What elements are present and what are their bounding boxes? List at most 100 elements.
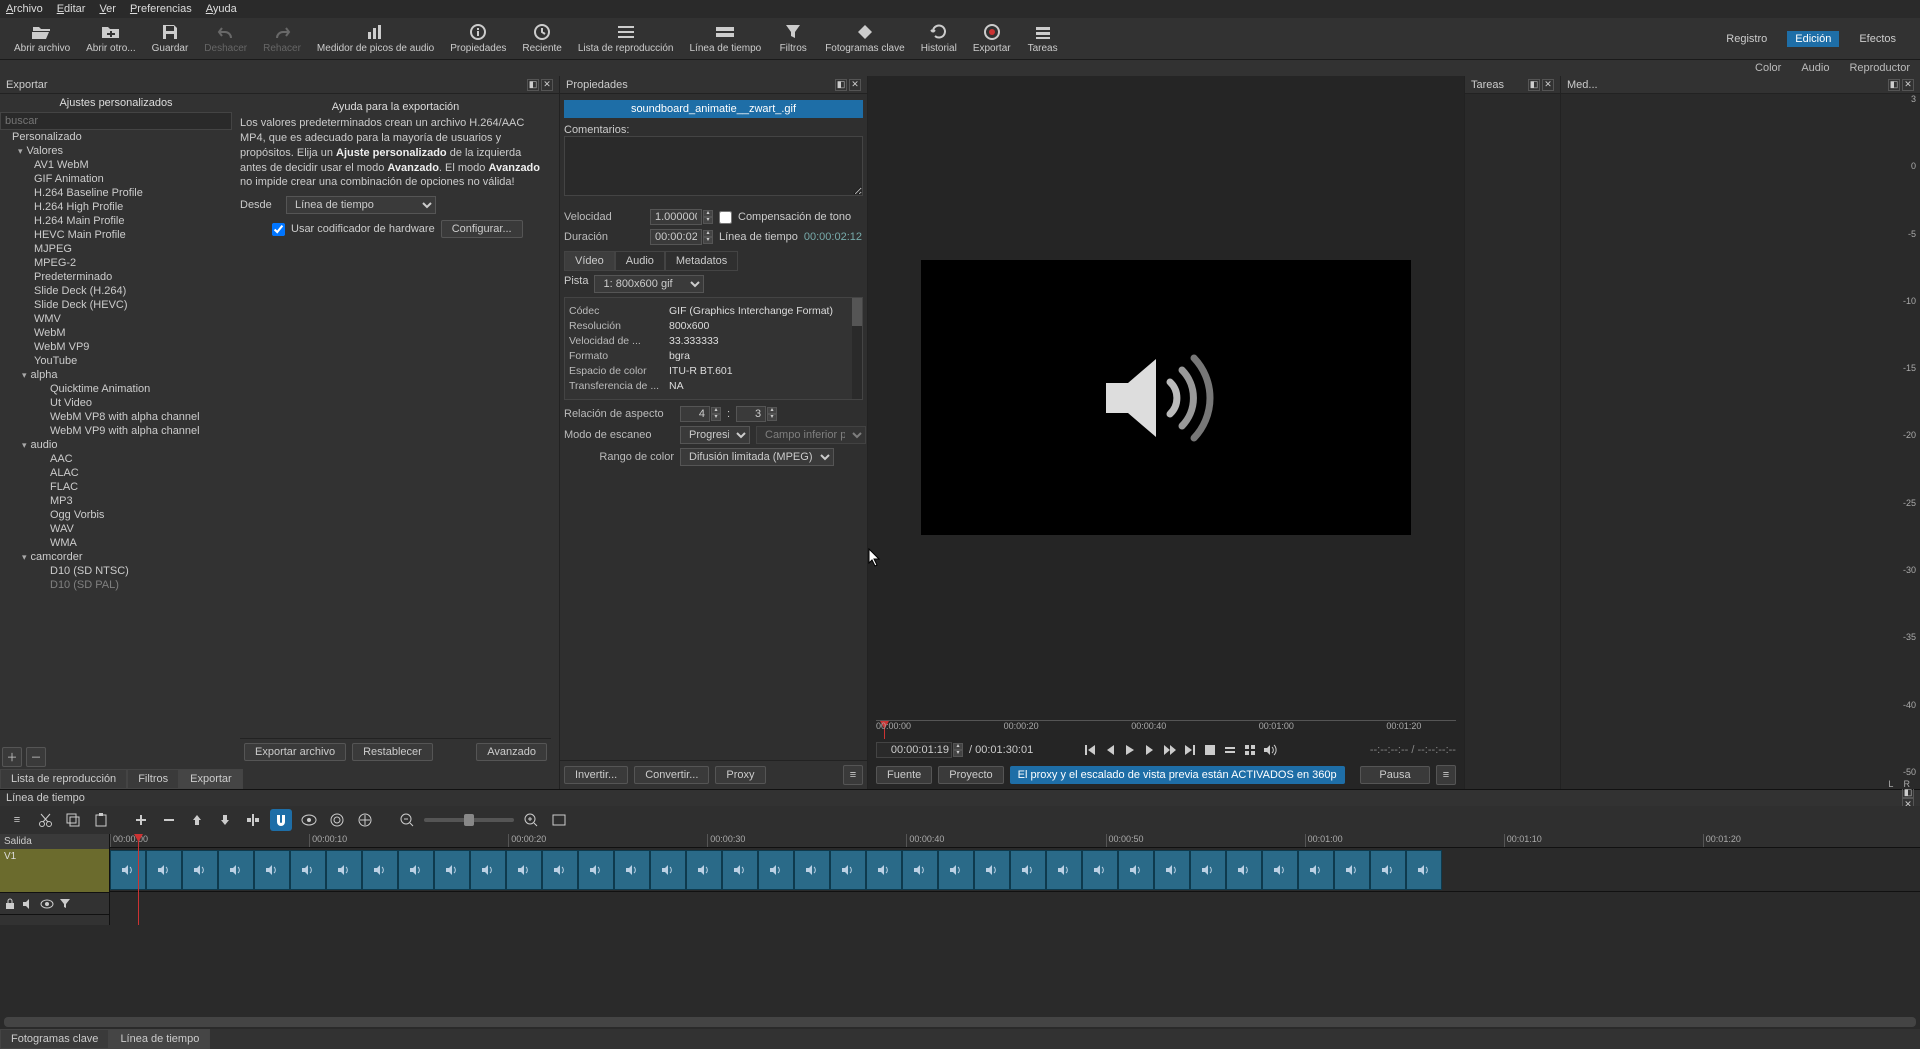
preset-group-camcorder[interactable]: camcorder xyxy=(0,550,232,564)
from-select[interactable]: Línea de tiempo xyxy=(286,196,436,214)
menu-view[interactable]: Ver xyxy=(99,3,116,15)
history-button[interactable]: Historial xyxy=(913,21,965,56)
timeline-clip[interactable] xyxy=(650,850,686,890)
tab-keyframes[interactable]: Fotogramas clave xyxy=(0,1029,109,1049)
append-button[interactable] xyxy=(130,809,152,831)
invert-button[interactable]: Invertir... xyxy=(564,766,628,784)
preset-search-input[interactable] xyxy=(0,112,232,130)
range-select[interactable]: Difusión limitada (MPEG) xyxy=(680,448,834,466)
spin-up-icon[interactable]: ▴ xyxy=(711,407,721,414)
project-button[interactable]: Proyecto xyxy=(938,766,1003,784)
preset-item[interactable]: FLAC xyxy=(0,480,232,494)
preset-group-alpha[interactable]: alpha xyxy=(0,368,232,382)
preset-item[interactable]: Ogg Vorbis xyxy=(0,508,232,522)
timeline-clip[interactable] xyxy=(938,850,974,890)
timeline-clip[interactable] xyxy=(1298,850,1334,890)
scrub-button[interactable] xyxy=(298,809,320,831)
timeline-clip[interactable] xyxy=(1082,850,1118,890)
menu-icon[interactable]: ≡ xyxy=(843,765,863,785)
timeline-clip[interactable] xyxy=(830,850,866,890)
preset-item[interactable]: MP3 xyxy=(0,494,232,508)
close-icon[interactable]: ✕ xyxy=(1542,79,1554,91)
subtab-player[interactable]: Reproductor xyxy=(1849,62,1910,74)
subtab-color[interactable]: Color xyxy=(1755,62,1781,74)
preset-item[interactable]: WebM VP9 with alpha channel xyxy=(0,424,232,438)
timeline-clip[interactable] xyxy=(362,850,398,890)
timeline-clip[interactable] xyxy=(542,850,578,890)
tab-export[interactable]: Exportar xyxy=(179,769,243,789)
timeline-clip[interactable] xyxy=(506,850,542,890)
preset-group-stock[interactable]: Valores xyxy=(0,144,232,158)
menu-file[interactable]: Archivo xyxy=(6,3,43,15)
configure-button[interactable]: Configurar... xyxy=(441,220,523,238)
preset-item[interactable]: D10 (SD NTSC) xyxy=(0,564,232,578)
ripple-button[interactable] xyxy=(326,809,348,831)
timeline-track-v1[interactable] xyxy=(110,848,1920,892)
preset-tree[interactable]: Personalizado Valores AV1 WebM GIF Anima… xyxy=(0,130,232,745)
lift-button[interactable] xyxy=(186,809,208,831)
open-file-button[interactable]: Abrir archivo xyxy=(6,21,78,56)
spin-up-icon[interactable]: ▴ xyxy=(703,210,713,217)
snap-button[interactable] xyxy=(270,809,292,831)
zoom-out-button[interactable] xyxy=(396,809,418,831)
preset-item[interactable]: WebM VP9 xyxy=(0,340,232,354)
remove-button[interactable] xyxy=(158,809,180,831)
mute-icon[interactable] xyxy=(22,898,34,910)
spin-down-icon[interactable]: ▾ xyxy=(703,237,713,244)
timecode-input[interactable] xyxy=(876,742,952,758)
export-file-button[interactable]: Exportar archivo xyxy=(244,743,346,761)
skip-end-button[interactable] xyxy=(1181,742,1199,758)
timeline-clip[interactable] xyxy=(470,850,506,890)
playhead[interactable] xyxy=(138,834,139,925)
timeline-clip[interactable] xyxy=(146,850,182,890)
preset-item[interactable]: WebM xyxy=(0,326,232,340)
preset-group-audio[interactable]: audio xyxy=(0,438,232,452)
zoom-slider[interactable] xyxy=(424,818,514,822)
cut-button[interactable] xyxy=(34,809,56,831)
next-frame-button[interactable] xyxy=(1141,742,1159,758)
duration-input[interactable] xyxy=(650,229,702,245)
scrollbar-thumb[interactable] xyxy=(852,298,862,326)
preset-item[interactable]: Quicktime Animation xyxy=(0,382,232,396)
tab-audio[interactable]: Audio xyxy=(615,251,665,271)
spin-down-icon[interactable]: ▾ xyxy=(711,414,721,421)
preset-item[interactable]: Slide Deck (HEVC) xyxy=(0,298,232,312)
proxy-message[interactable]: El proxy y el escalado de vista previa e… xyxy=(1010,766,1345,784)
timeline-clip[interactable] xyxy=(722,850,758,890)
timeline-clip[interactable] xyxy=(1334,850,1370,890)
spin-up-icon[interactable]: ▴ xyxy=(767,407,777,414)
reset-button[interactable]: Restablecer xyxy=(352,743,433,761)
jobs-button[interactable]: Tareas xyxy=(1019,21,1067,56)
aspect-w-input[interactable] xyxy=(680,406,710,422)
spin-down-icon[interactable]: ▾ xyxy=(703,217,713,224)
timeline-clip[interactable] xyxy=(1226,850,1262,890)
properties-button[interactable]: Propiedades xyxy=(442,21,514,56)
timeline-clip[interactable] xyxy=(434,850,470,890)
preset-item[interactable]: AAC xyxy=(0,452,232,466)
close-icon[interactable]: ✕ xyxy=(1902,79,1914,91)
tab-edit[interactable]: Edición xyxy=(1787,31,1839,47)
timeline-clip[interactable] xyxy=(974,850,1010,890)
timeline-clip[interactable] xyxy=(1154,850,1190,890)
preset-item[interactable]: WAV xyxy=(0,522,232,536)
preset-item[interactable]: H.264 High Profile xyxy=(0,200,232,214)
timeline-scrollbar[interactable] xyxy=(0,1015,1920,1029)
timeline-clip[interactable] xyxy=(254,850,290,890)
redo-button[interactable]: Rehacer xyxy=(255,21,309,56)
tab-filters[interactable]: Filtros xyxy=(127,769,179,789)
timeline-clip[interactable] xyxy=(1406,850,1442,890)
preset-item[interactable]: Ut Video xyxy=(0,396,232,410)
preset-item[interactable]: MPEG-2 xyxy=(0,256,232,270)
tl-menu-button[interactable]: ≡ xyxy=(6,809,28,831)
filters-button[interactable]: Filtros xyxy=(769,21,817,56)
save-button[interactable]: Guardar xyxy=(144,21,197,56)
scan-select[interactable]: Progresiv xyxy=(680,426,750,444)
preset-item[interactable]: WMV xyxy=(0,312,232,326)
tab-timeline[interactable]: Línea de tiempo xyxy=(109,1029,210,1049)
keyframes-button[interactable]: Fotogramas clave xyxy=(817,21,912,56)
spin-up-icon[interactable]: ▴ xyxy=(703,230,713,237)
preset-item[interactable]: ALAC xyxy=(0,466,232,480)
preset-item[interactable]: HEVC Main Profile xyxy=(0,228,232,242)
preset-item[interactable]: AV1 WebM xyxy=(0,158,232,172)
play-button[interactable] xyxy=(1121,742,1139,758)
